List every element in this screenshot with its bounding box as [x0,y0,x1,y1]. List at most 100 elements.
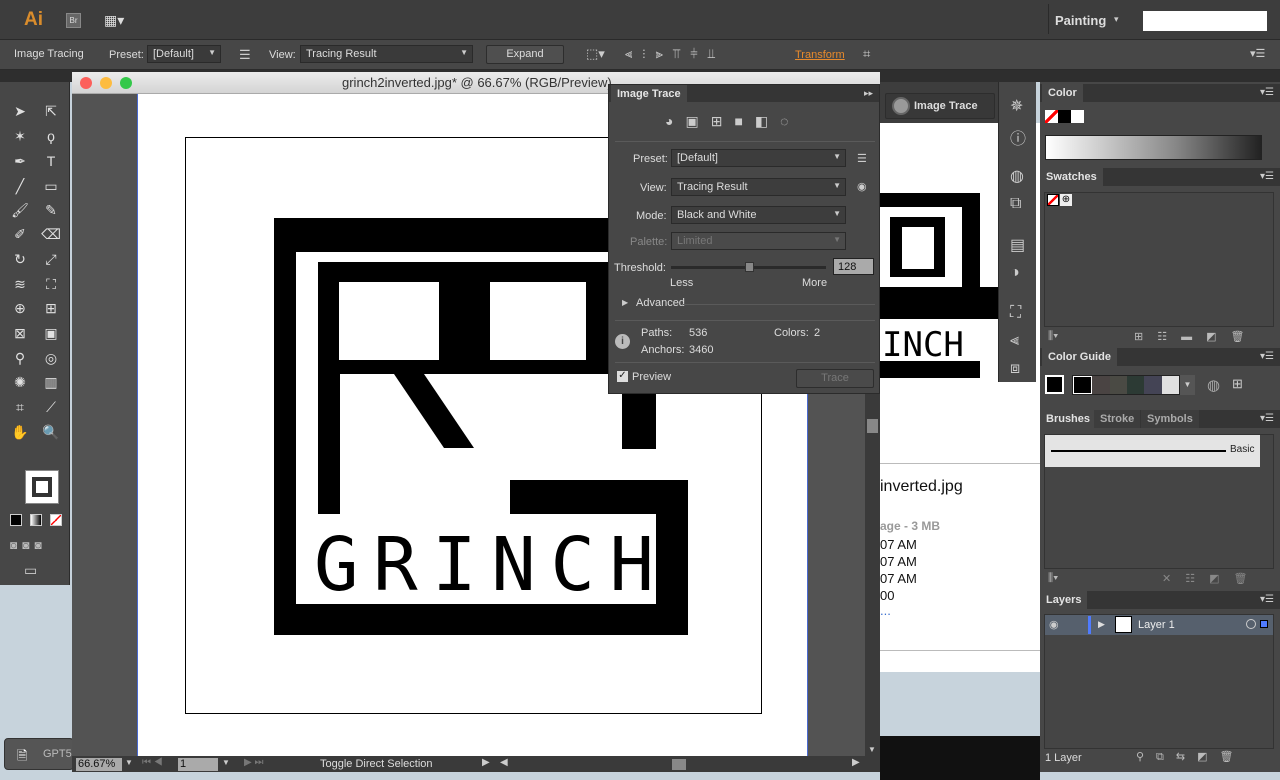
transform-panel-icon[interactable]: ⛶ [1010,304,1021,322]
transparency-icon[interactable]: ◑ [1010,264,1020,282]
harmony-colors[interactable] [1072,375,1180,395]
visibility-eye-icon[interactable]: ◉ [1049,618,1059,631]
trace-options-icon[interactable]: ☰ [239,47,251,63]
harmony-color-swatch[interactable] [1144,376,1162,394]
harmony-color-swatch[interactable] [1161,376,1179,394]
artboard-tool-icon[interactable]: ⌗ [9,396,31,418]
eyedropper-tool-icon[interactable]: ⚲ [9,347,31,369]
free-transform-tool-icon[interactable]: ⛶ [40,273,62,295]
collapse-icon[interactable]: ▸▸ [864,88,873,99]
column-graph-tool-icon[interactable]: ▥ [40,371,62,393]
harmony-color-swatch[interactable] [1126,376,1145,394]
preset-dropdown[interactable]: [Default] ▼ [671,149,846,167]
gradient-mode-icon[interactable] [30,514,42,526]
scroll-thumb[interactable] [867,419,878,433]
white-swatch[interactable] [1071,110,1084,123]
next-artboard-icon[interactable]: ▶ ⏭ [244,757,263,768]
panel-menu-icon[interactable]: ▾☰ [1260,594,1274,605]
width-tool-icon[interactable]: ≋ [9,273,31,295]
preview-label[interactable]: Preview [632,371,671,383]
color-mode-icon[interactable] [10,514,22,526]
gradient-panel-icon[interactable]: ▤ [1010,235,1025,255]
appearance-icon[interactable]: ◍ [1010,166,1024,186]
first-artboard-icon[interactable]: ⏮ ◀ [142,757,163,768]
view-dropdown[interactable]: Tracing Result ▼ [300,45,473,63]
registration-swatch[interactable]: ⊕ [1060,194,1072,206]
black-swatch[interactable] [1058,110,1071,123]
align-icons[interactable]: ⫷⫶⫸⫪⫩⫫ [625,46,725,62]
horizontal-scroll-thumb[interactable] [672,759,686,770]
mesh-tool-icon[interactable]: ⊠ [9,322,31,344]
mode-dropdown[interactable]: Black and White ▼ [671,206,846,224]
symbol-sprayer-tool-icon[interactable]: ✺ [9,371,31,393]
status-text[interactable]: Toggle Direct Selection [320,758,433,770]
pathfinder-icon[interactable]: ⧈ [1010,360,1020,378]
none-swatch[interactable] [1045,110,1058,123]
pen-tool-icon[interactable]: ✒ [9,150,31,172]
zoom-tool-icon[interactable]: 🔍 [40,421,62,443]
preset-menu-icon[interactable]: ☰ [857,152,867,165]
artboard-field[interactable]: 1 [178,758,218,771]
high-color-icon[interactable]: ▣ [685,113,710,129]
grayscale-icon[interactable]: ■ [734,113,754,129]
selection-tool-icon[interactable]: ➤ [9,100,31,122]
blob-brush-tool-icon[interactable]: ✐ [9,223,31,245]
low-color-icon[interactable]: ⊞ [711,113,735,129]
align-to-icon[interactable]: ⬚▾ [586,46,605,62]
layer-row[interactable]: ◉ ▶ Layer 1 [1045,615,1273,635]
none-swatch[interactable] [1047,194,1059,206]
harmony-color-swatch[interactable] [1109,376,1127,394]
panel-menu-icon[interactable]: ▾☰ [1260,87,1274,98]
panel-menu-icon[interactable]: ▾☰ [1260,351,1274,362]
outline-icon[interactable]: ◌ [780,113,800,129]
gradient-tool-icon[interactable]: ▣ [40,322,62,344]
navigator-icon[interactable]: ✵ [1010,96,1023,116]
threshold-slider-thumb[interactable] [744,262,754,272]
color-tab[interactable]: Color [1042,84,1083,102]
color-spectrum[interactable] [1045,135,1262,160]
isolate-icon[interactable]: ⌗ [863,46,870,62]
drawing-mode-icons[interactable]: ◙◙◙ [10,538,47,552]
expand-layer-icon[interactable]: ▶ [1098,619,1105,630]
layers-tab[interactable]: Layers [1040,591,1088,609]
base-color-swatch[interactable] [1045,375,1064,394]
search-help-input[interactable] [1143,11,1267,31]
rotate-tool-icon[interactable]: ↻ [9,248,31,270]
expand-button[interactable]: Expand [486,45,564,64]
preset-dropdown[interactable]: [Default] ▼ [147,45,221,63]
target-icon[interactable] [1246,619,1256,629]
zoom-field[interactable]: 66.67% [76,758,122,771]
panel-menu-icon[interactable]: ▾☰ [1260,171,1274,182]
brushes-tab[interactable]: Brushes [1040,410,1097,428]
info-panel-icon[interactable]: ⓘ [1010,125,1026,149]
panel-menu-icon[interactable]: ▾☰ [1260,413,1274,424]
close-icon[interactable] [80,77,92,89]
harmony-color-swatch[interactable] [1073,376,1093,394]
bridge-button[interactable]: Br [66,13,81,28]
zoom-window-icon[interactable] [120,77,132,89]
selection-indicator[interactable] [1260,620,1268,628]
brush-actions-icons[interactable]: ✕☷◩🗑 [1162,572,1261,585]
magic-wand-tool-icon[interactable]: ✶ [9,125,31,147]
taskbar-item[interactable]: 🗎 GPT5 [4,738,74,770]
swatch-libraries-icon[interactable]: ⫼▾ [1048,330,1058,343]
layer-name[interactable]: Layer 1 [1138,619,1175,631]
scroll-right-icon[interactable]: ▶ [852,757,860,768]
status-menu-icon[interactable]: ▶ [482,757,490,768]
scale-tool-icon[interactable]: ⤢ [40,248,62,270]
blend-tool-icon[interactable]: ◎ [40,347,62,369]
swatch-actions-icons[interactable]: ⊞☷▬◩🗑 [1134,330,1258,343]
pencil-tool-icon[interactable]: ✎ [40,199,62,221]
align-panel-icon[interactable]: ⫷ [1010,332,1019,350]
advanced-toggle[interactable]: Advanced [636,297,685,309]
edit-colors-icon[interactable]: ◍ [1207,376,1220,394]
eraser-tool-icon[interactable]: ⌫ [40,223,62,245]
lasso-tool-icon[interactable]: ϙ [40,125,62,147]
preview-checkbox[interactable]: ✓ [617,371,628,382]
stroke-tab[interactable]: Stroke [1094,410,1141,428]
screen-mode-icon[interactable]: ▭ [24,562,37,579]
eye-icon[interactable]: ◉ [857,180,867,193]
minimize-icon[interactable] [100,77,112,89]
scroll-left-icon[interactable]: ◀ [500,757,508,768]
layer-actions-icons[interactable]: ⚲⧉⇆◩🗑 [1136,750,1246,764]
